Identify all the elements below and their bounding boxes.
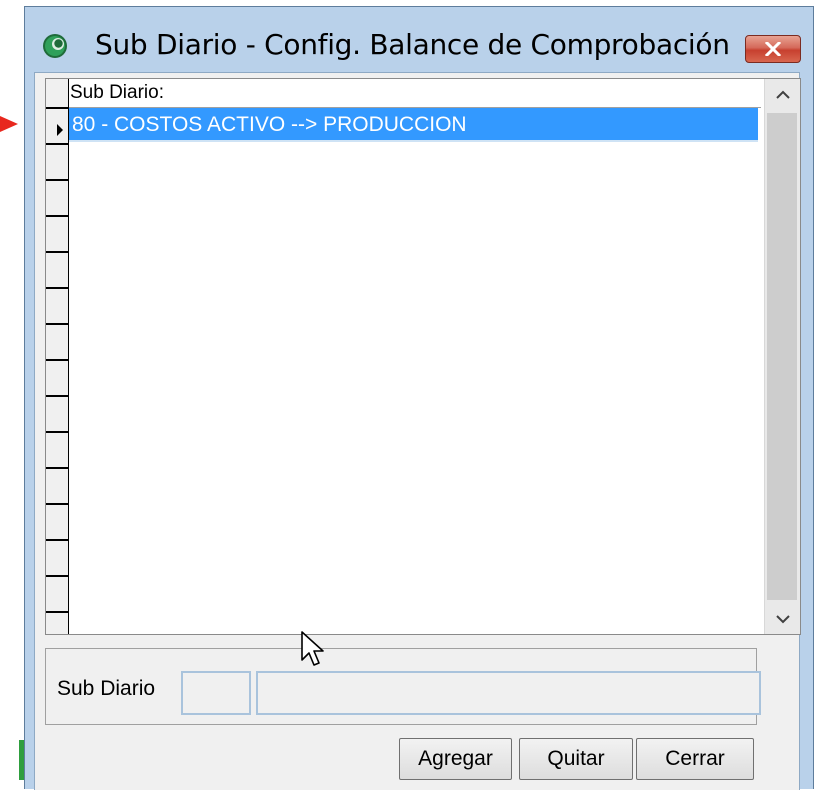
row-header[interactable]: [46, 541, 68, 577]
red-arrow-annotation-icon: [0, 116, 18, 132]
sub-diario-grid[interactable]: Sub Diario: 80 - COSTOS ACTIVO --> PRODU…: [45, 78, 801, 635]
scroll-up-button[interactable]: [765, 79, 800, 109]
window-title: Sub Diario - Config. Balance de Comproba…: [95, 28, 730, 61]
scroll-down-button[interactable]: [765, 604, 800, 634]
scroll-thumb[interactable]: [767, 113, 797, 600]
remove-button[interactable]: Quitar: [519, 738, 633, 780]
title-bar[interactable]: Sub Diario - Config. Balance de Comproba…: [25, 7, 813, 75]
vertical-scrollbar[interactable]: [764, 79, 800, 634]
app-icon: [43, 34, 67, 58]
sub-diario-groupbox: Sub Diario: [45, 648, 761, 725]
row-header-selected[interactable]: [46, 109, 68, 145]
row-header[interactable]: [46, 505, 68, 541]
scroll-down-icon: [775, 614, 790, 623]
close-button[interactable]: Cerrar: [636, 738, 754, 780]
row-header[interactable]: [46, 469, 68, 505]
sub-diario-label: Sub Diario: [57, 677, 156, 700]
row-header[interactable]: [46, 181, 68, 217]
table-row-selected[interactable]: 80 - COSTOS ACTIVO --> PRODUCCION: [69, 108, 758, 142]
close-window-button[interactable]: [745, 35, 801, 63]
row-header[interactable]: [46, 613, 68, 634]
row-header[interactable]: [46, 397, 68, 433]
row-header[interactable]: [46, 253, 68, 289]
dialog-window: Sub Diario - Config. Balance de Comproba…: [24, 6, 814, 790]
sub-diario-code-field[interactable]: [181, 671, 251, 715]
row-header-column: [46, 79, 69, 634]
sub-diario-description-field[interactable]: [256, 671, 761, 715]
add-button[interactable]: Agregar: [399, 738, 512, 780]
dialog-client-area: Sub Diario: 80 - COSTOS ACTIVO --> PRODU…: [34, 72, 801, 790]
scroll-up-icon: [775, 90, 790, 99]
row-header[interactable]: [46, 577, 68, 613]
row-header[interactable]: [46, 289, 68, 325]
mouse-cursor-icon: [301, 631, 324, 666]
row-header-corner: [46, 79, 68, 109]
row-header[interactable]: [46, 145, 68, 181]
row-header[interactable]: [46, 433, 68, 469]
row-pointer-icon: [57, 124, 63, 136]
row-header[interactable]: [46, 217, 68, 253]
row-header[interactable]: [46, 361, 68, 397]
close-icon: [765, 42, 781, 56]
row-header[interactable]: [46, 325, 68, 361]
column-header-sub-diario[interactable]: Sub Diario:: [69, 79, 761, 108]
